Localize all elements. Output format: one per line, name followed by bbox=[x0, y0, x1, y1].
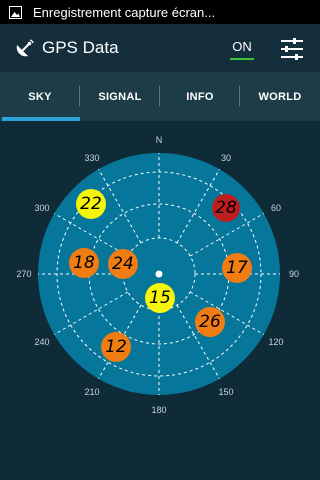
tab-info-label: INFO bbox=[186, 90, 214, 103]
tab-sky[interactable]: SKY bbox=[0, 72, 80, 121]
tab-bar: SKY SIGNAL INFO WORLD bbox=[0, 72, 320, 121]
satellite-18: 18 bbox=[69, 248, 99, 278]
azimuth-label-300: 300 bbox=[34, 203, 50, 213]
satellite-12-label: 12 bbox=[105, 337, 127, 357]
satellite-15: 15 bbox=[145, 283, 175, 313]
satellite-26-label: 26 bbox=[199, 312, 221, 332]
azimuth-label-210: 210 bbox=[84, 387, 100, 397]
tab-world-label: WORLD bbox=[258, 90, 302, 103]
azimuth-label-240: 240 bbox=[34, 337, 50, 347]
azimuth-label-30: 30 bbox=[220, 153, 232, 163]
image-icon bbox=[9, 5, 22, 19]
azimuth-label-150: 150 bbox=[218, 387, 234, 397]
azimuth-label-330: 330 bbox=[84, 153, 100, 163]
north-label: N bbox=[155, 135, 163, 145]
satellite-28-label: 28 bbox=[215, 198, 237, 218]
action-bar: GPS Data ON bbox=[0, 24, 320, 72]
satellite-17: 17 bbox=[222, 253, 252, 283]
satellite-12: 12 bbox=[101, 332, 131, 362]
satellite-15-label: 15 bbox=[149, 288, 171, 308]
zenith-point bbox=[155, 270, 163, 278]
satellite-18-label: 18 bbox=[73, 253, 95, 273]
azimuth-label-90: 90 bbox=[288, 269, 300, 279]
satellite-17-label: 17 bbox=[226, 258, 248, 278]
satellite-24-label: 24 bbox=[112, 254, 134, 274]
satellite-24: 24 bbox=[108, 249, 138, 279]
sky-view: N 30 60 90 120 150 180 210 240 270 300 3… bbox=[0, 122, 320, 480]
sliders-icon[interactable] bbox=[278, 36, 306, 62]
app-title: GPS Data bbox=[42, 38, 119, 57]
tab-sky-label: SKY bbox=[28, 90, 52, 103]
status-bar: Enregistrement capture écran... bbox=[0, 0, 320, 24]
status-text: Enregistrement capture écran... bbox=[33, 4, 216, 20]
azimuth-label-180: 180 bbox=[151, 405, 167, 415]
azimuth-label-60: 60 bbox=[270, 203, 282, 213]
satellite-28: 28 bbox=[212, 194, 240, 222]
tab-info[interactable]: INFO bbox=[160, 72, 240, 121]
tab-signal-label: SIGNAL bbox=[98, 90, 142, 103]
satellite-22: 22 bbox=[76, 189, 106, 219]
azimuth-label-270: 270 bbox=[16, 269, 32, 279]
tab-signal[interactable]: SIGNAL bbox=[80, 72, 160, 121]
satellite-22-label: 22 bbox=[80, 194, 102, 214]
gps-on-toggle[interactable]: ON bbox=[230, 38, 254, 60]
satellite-icon bbox=[14, 37, 36, 59]
azimuth-label-120: 120 bbox=[268, 337, 284, 347]
satellite-26: 26 bbox=[195, 307, 225, 337]
tab-world[interactable]: WORLD bbox=[240, 72, 320, 121]
